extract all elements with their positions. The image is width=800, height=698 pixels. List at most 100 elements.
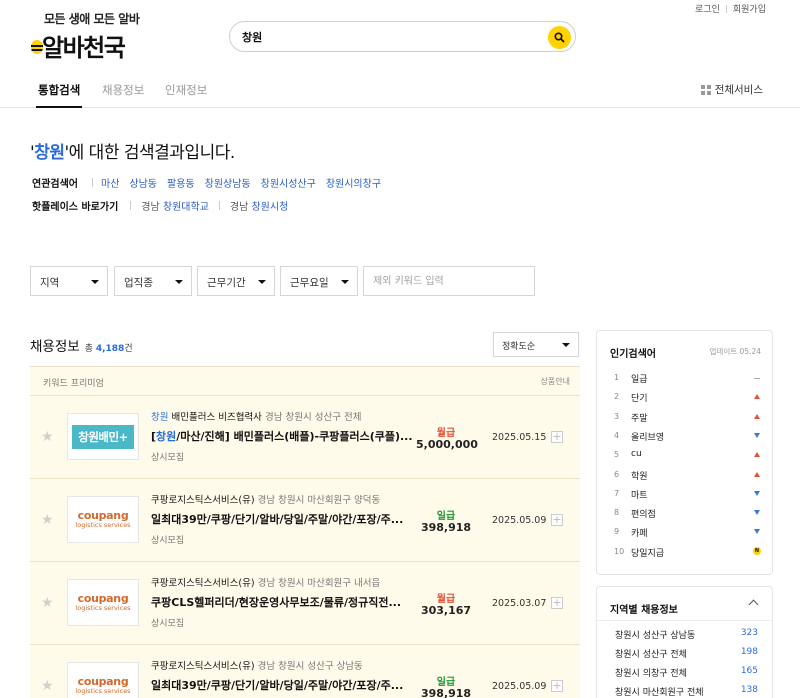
regional-item[interactable]: 창원시 마산회원구 전체 138 [615, 685, 758, 698]
update-time: 업데이트 05.24 [709, 347, 761, 356]
exclude-keyword-input[interactable] [363, 266, 535, 296]
popular-keyword-item[interactable]: 9 카페 [614, 525, 760, 541]
job-title[interactable]: 일최대39만/쿠팡/단기/알바/당일/주말/야간/포장/주... [151, 677, 413, 693]
add-icon[interactable]: + [551, 680, 563, 692]
popular-keyword-item[interactable]: 4 올리브영 [614, 429, 760, 445]
caret-down-icon [91, 280, 99, 284]
popular-keyword-item[interactable]: 6 학원 [614, 468, 760, 484]
job-row[interactable]: ★ coupang logistics services 쿠팡로지스틱스서비스(유… [30, 645, 580, 698]
industry-select[interactable]: 업직종 [114, 266, 192, 296]
popular-keyword-item[interactable]: 2 단기 [614, 390, 760, 406]
rank-down-icon [754, 529, 760, 535]
keyword-text: 마트 [631, 490, 648, 501]
company-logo: coupang logistics services [67, 579, 139, 626]
popular-keyword-item[interactable]: 8 편의점 [614, 506, 760, 522]
rank-number: 4 [614, 430, 620, 440]
rank-number: 5 [614, 450, 620, 460]
premium-label: 키워드 프리미엄 [43, 379, 104, 389]
divider [92, 178, 93, 187]
main-nav: 통합검색 채용정보 인재정보 전체서비스 [0, 70, 800, 108]
pay-type: 월급 [436, 594, 456, 605]
logo-brand: 알바천국 [42, 34, 126, 62]
regional-item[interactable]: 창원시 성산구 상남동 323 [615, 628, 758, 641]
job-row[interactable]: ★ coupang logistics services 쿠팡로지스틱스서비스(유… [30, 479, 580, 562]
jobs-count: 총 4,188건 [84, 344, 133, 354]
regional-jobs-panel: 지역별 채용정보 창원시 성산구 상남동 323 창원시 성산구 전체 198 창원… [596, 586, 773, 698]
post-date: 2025.05.09 [492, 515, 547, 526]
divider [218, 201, 220, 210]
result-suffix: '에 대한 검색결과입니다. [64, 143, 235, 163]
regional-item[interactable]: 창원시 의창구 전체 165 [615, 666, 758, 679]
related-keyword[interactable]: 상남동 [129, 175, 157, 190]
rank-down-icon [754, 490, 760, 496]
job-title[interactable]: 일최대39만/쿠팡/단기/알바/당일/주말/야간/포장/주... [151, 511, 413, 527]
company-logo: 창원배민+ [67, 413, 139, 460]
hotplace-link[interactable]: 경남 창원대학교 [141, 198, 209, 213]
tab-job-info[interactable]: 채용정보 [102, 82, 144, 98]
hotplace-label: 핫플레이스 바로가기 [32, 202, 119, 213]
job-title[interactable]: 쿠팡CLS헬퍼리더/현장운영사무보조/물류/정규직전... [151, 594, 413, 610]
rank-number: 7 [614, 488, 620, 498]
caret-down-icon [175, 280, 183, 284]
related-keyword[interactable]: 마산 [101, 175, 119, 190]
rank-number: 10 [614, 546, 625, 556]
product-guide-link[interactable]: 상품안내 [541, 376, 570, 387]
related-keywords: 연관검색어 마산 상남동 팔용동 창원상남동 창원시성산구 창원시의창구 [32, 175, 381, 190]
star-icon[interactable]: ★ [41, 679, 54, 693]
add-icon[interactable]: + [551, 514, 563, 526]
pay-amount: 303,167 [420, 604, 472, 617]
company-name: 쿠팡로지스틱스서비스(유) 경남 창원시 성산구 상남동 [151, 661, 363, 672]
caret-down-icon [341, 280, 349, 284]
divider [597, 620, 772, 621]
popular-keyword-item[interactable]: 7 마트 [614, 487, 760, 503]
star-icon[interactable]: ★ [41, 430, 54, 444]
rank-same-icon [754, 378, 760, 379]
popular-keyword-item[interactable]: 1 일급 [614, 371, 760, 387]
popular-keywords-panel: 인기검색어 업데이트 05.24 1 일급 2 단기 3 주말 4 올리브영 5 cu 6 학원 7 마트… [596, 330, 773, 575]
pay-amount: 398,918 [420, 687, 472, 698]
signup-link[interactable]: 회원가입 [733, 2, 766, 15]
tab-talent-info[interactable]: 인재정보 [165, 82, 207, 98]
star-icon[interactable]: ★ [41, 513, 54, 527]
period-select[interactable]: 근무기간 [197, 266, 275, 296]
chevron-up-icon[interactable] [748, 599, 759, 610]
all-services-button[interactable]: 전체서비스 [700, 82, 763, 97]
regional-item[interactable]: 창원시 성산구 전체 198 [615, 647, 758, 660]
top-links: 로그인 회원가입 [695, 2, 766, 15]
days-select[interactable]: 근무요일 [280, 266, 358, 296]
search-button[interactable] [548, 26, 571, 49]
company-name: 쿠팡로지스틱스서비스(유) 경남 창원시 마산회원구 양덕동 [151, 495, 381, 506]
divider [130, 201, 132, 210]
pay-amount: 5,000,000 [416, 438, 478, 451]
logo-text: 창원배민+ [72, 424, 134, 449]
related-keyword[interactable]: 창원상남동 [205, 175, 251, 190]
post-date: 2025.05.15 [492, 432, 547, 443]
tab-integrated-search[interactable]: 통합검색 [35, 82, 83, 108]
hotplace-link[interactable]: 경남 창원시청 [230, 198, 288, 213]
login-link[interactable]: 로그인 [695, 2, 720, 15]
related-keyword[interactable]: 창원시성산구 [261, 175, 316, 190]
add-icon[interactable]: + [551, 597, 563, 609]
caret-down-icon [562, 343, 570, 347]
job-title[interactable]: [창원/마산/진해] 배민플러스(배플)-쿠팡플러스(쿠플)... [151, 428, 413, 444]
popular-keyword-item[interactable]: 10 당일지급 N [614, 545, 761, 561]
sort-select[interactable]: 정확도순 [493, 332, 579, 357]
rank-down-icon [754, 432, 760, 438]
albamon-logo[interactable]: 모든 생애 모든 알바 알바천국 [30, 10, 140, 62]
popular-heading: 인기검색어 [610, 349, 656, 360]
keyword-text: 학원 [631, 471, 648, 482]
popular-keyword-item[interactable]: 3 주말 [614, 410, 760, 426]
star-icon[interactable]: ★ [41, 596, 54, 610]
keyword-text: 당일지급 [631, 548, 665, 559]
search-input[interactable] [242, 28, 532, 46]
region-select[interactable]: 지역 [30, 266, 108, 296]
keyword-text: 일급 [631, 375, 648, 385]
pay-type: 일급 [436, 677, 456, 688]
related-keyword[interactable]: 창원시의창구 [326, 175, 381, 190]
keyword-text: cu [631, 449, 642, 460]
job-row[interactable]: ★ coupang logistics services 쿠팡로지스틱스서비스(유… [30, 562, 580, 645]
add-icon[interactable]: + [551, 431, 563, 443]
job-row[interactable]: ★ 창원배민+ 창원 배민플러스 비즈협력사 경남 창원시 성산구 전체 [창원… [30, 396, 580, 479]
popular-keyword-item[interactable]: 5 cu [614, 448, 760, 464]
related-keyword[interactable]: 팔용동 [167, 175, 195, 190]
